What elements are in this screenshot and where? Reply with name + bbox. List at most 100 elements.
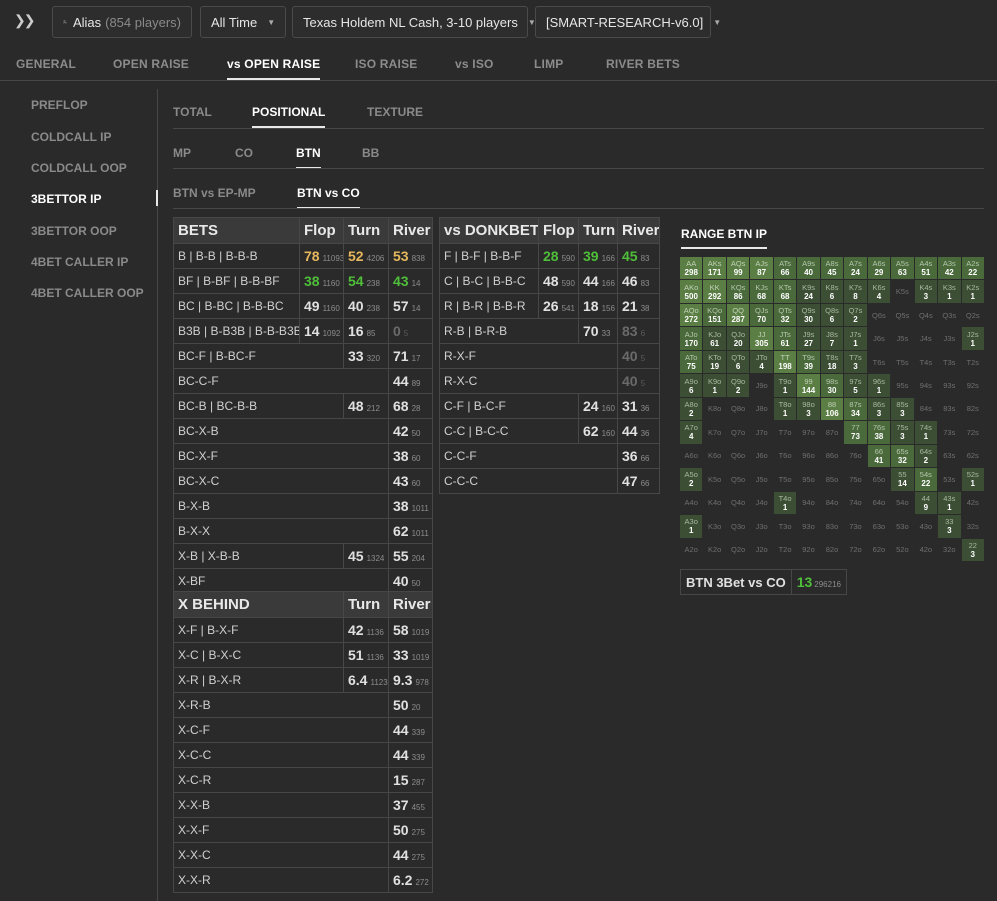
stat-cell[interactable]: 83 6: [617, 318, 660, 344]
range-cell[interactable]: T9s 39: [797, 350, 820, 374]
range-cell[interactable]: 83s: [938, 398, 960, 420]
range-cell[interactable]: K5s: [891, 280, 913, 302]
range-cell[interactable]: 42s: [962, 492, 984, 514]
stat-cell[interactable]: 50 275: [388, 817, 433, 843]
range-cell[interactable]: A9s 40: [797, 257, 820, 280]
range-cell[interactable]: A8o 2: [680, 397, 703, 421]
stat-cell[interactable]: 44 89: [388, 368, 433, 394]
range-cell[interactable]: 44 9: [914, 491, 938, 515]
sidebar-item-3bettor-oop[interactable]: 3BETTOR OOP: [31, 224, 117, 238]
range-cell[interactable]: Q2s: [962, 304, 984, 326]
range-cell[interactable]: 84s: [915, 398, 937, 420]
stat-cell[interactable]: 40 5: [617, 343, 660, 369]
range-cell[interactable]: 96o: [797, 445, 819, 467]
range-cell[interactable]: K3s 1: [938, 280, 961, 303]
range-cell[interactable]: 83o: [821, 515, 843, 537]
range-cell[interactable]: K8o: [703, 398, 725, 420]
tab-iso-raise[interactable]: ISO RAISE: [355, 57, 417, 71]
stat-cell[interactable]: 55 204: [388, 543, 433, 569]
stat-cell[interactable]: 45 1324: [343, 543, 389, 569]
range-cell[interactable]: 85o: [821, 468, 843, 490]
stat-cell[interactable]: 40 238: [343, 293, 389, 319]
range-cell[interactable]: 73s: [938, 421, 960, 443]
stat-cell[interactable]: 21 38: [617, 293, 660, 319]
range-cell[interactable]: T5o: [774, 468, 796, 490]
range-cell[interactable]: 52o: [891, 539, 913, 561]
stat-cell[interactable]: 26 541: [538, 293, 579, 319]
range-cell[interactable]: J7s 1: [844, 327, 867, 350]
stat-cell[interactable]: 43 14: [388, 268, 433, 294]
range-cell[interactable]: T2s: [962, 351, 984, 373]
range-cell[interactable]: T7s 3: [844, 350, 867, 374]
range-cell[interactable]: A6s 29: [867, 257, 891, 280]
range-cell[interactable]: A4o: [680, 492, 702, 514]
stat-cell[interactable]: 31 36: [617, 393, 660, 419]
game-filter-dropdown[interactable]: Texas Holdem NL Cash, 3-10 players ▼: [292, 6, 536, 38]
range-cell[interactable]: T8s 18: [820, 350, 844, 374]
range-cell[interactable]: J3o: [750, 515, 772, 537]
stat-cell[interactable]: 6.4 1123: [343, 667, 389, 693]
range-cell[interactable]: 93s: [938, 374, 960, 396]
range-cell[interactable]: KJo 61: [703, 327, 726, 350]
range-cell[interactable]: K5o: [703, 468, 725, 490]
range-cell[interactable]: JJ 305: [750, 327, 773, 350]
range-cell[interactable]: 53s: [938, 468, 960, 490]
range-cell[interactable]: 85s 3: [891, 397, 914, 421]
range-cell[interactable]: QTs 32: [773, 303, 797, 327]
range-cell[interactable]: J6o: [750, 445, 772, 467]
stat-cell[interactable]: 28 590: [538, 243, 579, 269]
range-cell[interactable]: A3o 1: [680, 515, 703, 538]
range-cell[interactable]: T2o: [774, 539, 796, 561]
range-cell[interactable]: Q7o: [727, 421, 749, 443]
range-cell[interactable]: Q8s 6: [820, 303, 844, 327]
range-cell[interactable]: Q6s: [868, 304, 890, 326]
tab-river-bets[interactable]: RIVER BETS: [606, 57, 680, 71]
range-cell[interactable]: Q3s: [938, 304, 960, 326]
range-cell[interactable]: KTs 68: [773, 280, 797, 303]
range-cell[interactable]: 87o: [821, 421, 843, 443]
stat-cell[interactable]: 58 1019: [388, 617, 433, 643]
stat-cell[interactable]: 46 83: [617, 268, 660, 294]
range-cell[interactable]: JTo 4: [750, 350, 773, 374]
range-cell[interactable]: 92o: [797, 539, 819, 561]
stat-cell[interactable]: 68 28: [388, 393, 433, 419]
range-cell[interactable]: T6o: [774, 445, 796, 467]
range-cell[interactable]: A5o 2: [680, 468, 703, 491]
stat-cell[interactable]: 15 287: [388, 767, 433, 793]
range-cell[interactable]: 94o: [797, 492, 819, 514]
range-cell[interactable]: A7o 4: [680, 421, 703, 444]
stat-cell[interactable]: 39 166: [578, 243, 618, 269]
range-cell[interactable]: K2s 1: [961, 280, 984, 303]
range-cell[interactable]: K4s 3: [914, 280, 938, 303]
range-cell[interactable]: Q6o: [727, 445, 749, 467]
range-cell[interactable]: KJs 68: [750, 280, 773, 303]
range-cell[interactable]: Q9o 2: [726, 374, 750, 397]
alias-selector[interactable]: Alias (854 players): [52, 6, 192, 38]
range-cell[interactable]: 55 14: [891, 468, 914, 491]
stat-cell[interactable]: 78 11093: [299, 243, 344, 269]
tab-positional[interactable]: POSITIONAL: [252, 105, 326, 128]
stat-cell[interactable]: 37 455: [388, 792, 433, 818]
stat-cell[interactable]: 40 5: [617, 368, 660, 394]
three-bet-value[interactable]: 13 296216: [790, 569, 847, 595]
stat-cell[interactable]: 48 590: [538, 268, 579, 294]
tab-btn-vs-co[interactable]: BTN vs CO: [297, 186, 360, 209]
range-cell[interactable]: 54s 22: [914, 468, 938, 491]
tab-btn[interactable]: BTN: [296, 146, 321, 169]
range-cell[interactable]: K9o 1: [703, 374, 726, 397]
range-cell[interactable]: 87s 34: [844, 397, 867, 421]
range-cell[interactable]: KTo 19: [703, 350, 726, 374]
range-cell[interactable]: QJs 70: [750, 303, 773, 327]
range-cell[interactable]: KQo 151: [703, 303, 726, 327]
stat-cell[interactable]: 38 1011: [388, 493, 433, 519]
range-cell[interactable]: AKs 171: [703, 257, 726, 280]
range-cell[interactable]: T4s: [915, 351, 937, 373]
stat-cell[interactable]: 71 17: [388, 343, 433, 369]
range-cell[interactable]: 43s 1: [938, 491, 961, 515]
range-cell[interactable]: 77 73: [844, 421, 867, 444]
stat-cell[interactable]: 6.2 272: [388, 867, 433, 893]
range-cell[interactable]: A2o: [680, 539, 702, 561]
stat-cell[interactable]: 14 1092: [299, 318, 344, 344]
range-cell[interactable]: J5s: [891, 327, 913, 349]
range-cell[interactable]: A3s 42: [938, 257, 961, 280]
